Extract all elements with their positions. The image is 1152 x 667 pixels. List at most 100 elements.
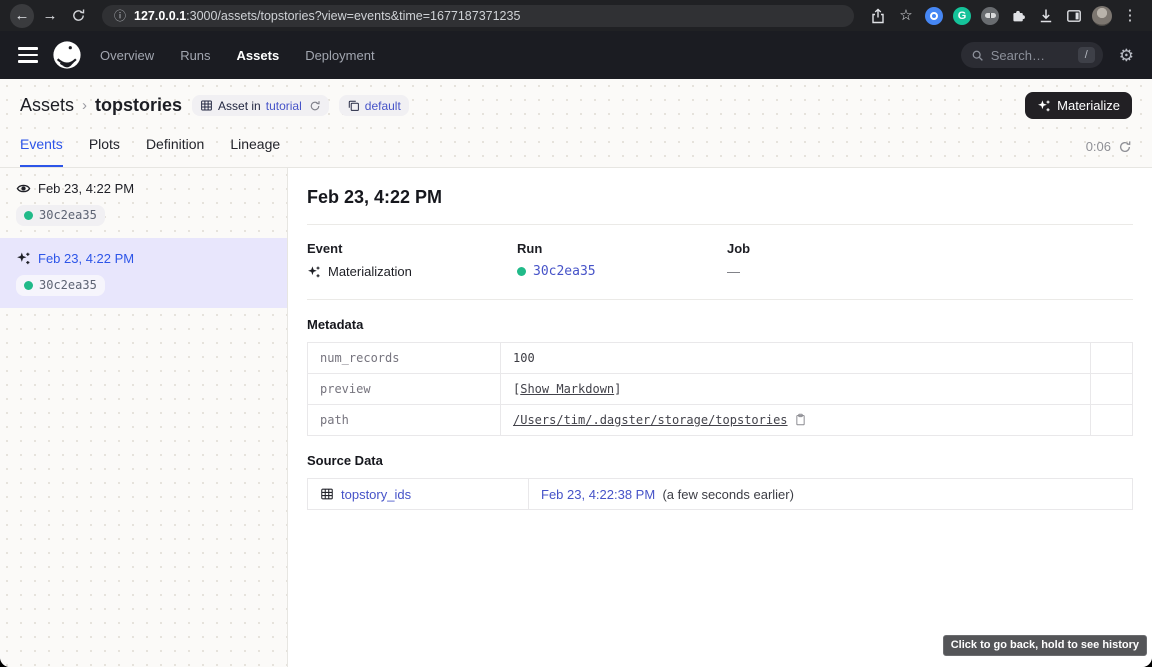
breadcrumb-separator: › [82,97,87,114]
metadata-value: [Show Markdown] [501,374,1091,405]
materialize-button[interactable]: Materialize [1025,92,1132,119]
side-panel-icon[interactable] [1062,4,1086,28]
tab-events[interactable]: Events [20,136,63,167]
nav-item-overview[interactable]: Overview [100,48,154,63]
metadata-heading: Metadata [307,317,1133,332]
table-row: num_records 100 [308,343,1133,374]
url-host: 127.0.0.1 [134,9,186,23]
metadata-extra-cell [1091,343,1133,374]
search-input[interactable]: Search… / [961,42,1103,68]
page-title: topstories [95,95,182,116]
browser-menu-icon[interactable]: ⋮ [1118,4,1142,28]
run-status-dot [517,267,526,276]
nav-item-assets[interactable]: Assets [237,48,280,63]
run-id: 30c2ea35 [39,208,97,222]
table-row: path /Users/tim/.dagster/storage/topstor… [308,405,1133,436]
bookmark-star-icon[interactable]: ☆ [894,4,918,28]
event-timestamp: Feb 23, 4:22 PM [38,251,134,266]
nav-item-runs[interactable]: Runs [180,48,210,63]
breadcrumb-assets-link[interactable]: Assets [20,95,74,116]
run-id-link[interactable]: 30c2ea35 [533,264,596,279]
default-group-tag[interactable]: default [339,95,409,116]
metadata-value: 100 [501,343,1091,374]
browser-forward-button[interactable]: → [38,4,62,28]
page-header: Assets › topstories Asset in tutorial de… [0,79,1152,168]
metadata-table: num_records 100 preview [Show Markdown] … [307,342,1133,436]
url-path: :3000/assets/topstories?view=events&time… [186,9,520,23]
metadata-key: path [308,405,501,436]
path-link[interactable]: /Users/tim/.dagster/storage/topstories [513,413,788,427]
browser-reload-button[interactable] [66,4,90,28]
primary-nav: Overview Runs Assets Deployment [100,48,375,63]
hamburger-menu-icon[interactable] [18,47,38,63]
tab-lineage[interactable]: Lineage [230,136,280,167]
copy-clipboard-icon[interactable] [794,413,807,426]
search-shortcut-key: / [1078,47,1095,63]
eye-icon [16,181,31,196]
table-icon [200,99,213,112]
nav-item-deployment[interactable]: Deployment [305,48,374,63]
downloads-icon[interactable] [1034,4,1058,28]
address-bar[interactable]: ⓘ 127.0.0.1:3000/assets/topstories?view=… [102,5,854,27]
source-time-link[interactable]: Feb 23, 4:22:38 PM [541,487,655,502]
refresh-icon[interactable] [1118,140,1132,154]
sparkle-icon [307,265,321,279]
job-label: Job [727,241,1133,256]
source-time-note: (a few seconds earlier) [659,487,794,502]
event-label: Event [307,241,517,256]
run-id: 30c2ea35 [39,278,97,292]
settings-gear-icon[interactable]: ⚙ [1119,47,1134,64]
search-placeholder: Search… [991,48,1071,63]
event-detail-title: Feb 23, 4:22 PM [307,187,1133,208]
extension-blue-icon[interactable] [922,4,946,28]
run-id-pill[interactable]: 30c2ea35 [16,205,105,226]
browser-back-button[interactable]: ← [10,4,34,28]
table-row: topstory_ids Feb 23, 4:22:38 PM (a few s… [308,479,1133,510]
event-detail-panel: Feb 23, 4:22 PM Event Materialization Ru… [288,168,1152,667]
event-list-item-observation[interactable]: Feb 23, 4:22 PM 30c2ea35 [0,168,287,238]
source-data-heading: Source Data [307,453,1133,468]
url-text: 127.0.0.1:3000/assets/topstories?view=ev… [134,9,520,23]
dagster-logo[interactable] [52,40,82,70]
event-summary-grid: Event Materialization Run 30c2ea35 Job — [307,225,1133,299]
source-asset-link[interactable]: topstory_ids [341,487,411,502]
default-group-link[interactable]: default [365,99,401,113]
extension-gray-icon[interactable] [978,4,1002,28]
tab-definition[interactable]: Definition [146,136,204,167]
source-data-table: topstory_ids Feb 23, 4:22:38 PM (a few s… [307,478,1133,510]
grammarly-extension-icon[interactable]: G [950,4,974,28]
share-icon[interactable] [866,4,890,28]
tag-label-prefix: Asset in [218,99,261,113]
profile-avatar[interactable] [1090,4,1114,28]
site-info-icon[interactable]: ⓘ [114,7,126,24]
run-label: Run [517,241,727,256]
run-id-pill[interactable]: 30c2ea35 [16,275,105,296]
copies-icon [347,99,360,112]
asset-group-tag[interactable]: Asset in tutorial [192,95,329,116]
table-icon [320,487,334,501]
extensions-puzzle-icon[interactable] [1006,4,1030,28]
search-icon [971,49,984,62]
reload-repo-icon[interactable] [309,100,321,112]
event-list-item-materialization[interactable]: Feb 23, 4:22 PM 30c2ea35 [0,238,287,308]
metadata-value: /Users/tim/.dagster/storage/topstories [501,405,1091,436]
event-timestamp: Feb 23, 4:22 PM [38,181,134,196]
sparkle-icon [1037,99,1051,113]
run-status-dot [24,211,33,220]
table-row: preview [Show Markdown] [308,374,1133,405]
tab-bar: Events Plots Definition Lineage [20,136,280,167]
browser-toolbar: ← → ⓘ 127.0.0.1:3000/assets/topstories?v… [0,0,1152,31]
metadata-key: preview [308,374,501,405]
tab-plots[interactable]: Plots [89,136,120,167]
metadata-extra-cell [1091,405,1133,436]
job-value: — [727,264,1133,279]
event-list-sidebar: Feb 23, 4:22 PM 30c2ea35 Feb 23, 4:22 PM… [0,168,288,667]
materialize-label: Materialize [1057,98,1120,113]
tutorial-repo-link[interactable]: tutorial [266,99,302,113]
show-markdown-link[interactable]: Show Markdown [520,382,614,396]
event-type-value: Materialization [328,264,412,279]
metadata-key: num_records [308,343,501,374]
sparkle-icon [16,251,31,266]
app-navbar: Overview Runs Assets Deployment Search… … [0,31,1152,79]
run-status-dot [24,281,33,290]
